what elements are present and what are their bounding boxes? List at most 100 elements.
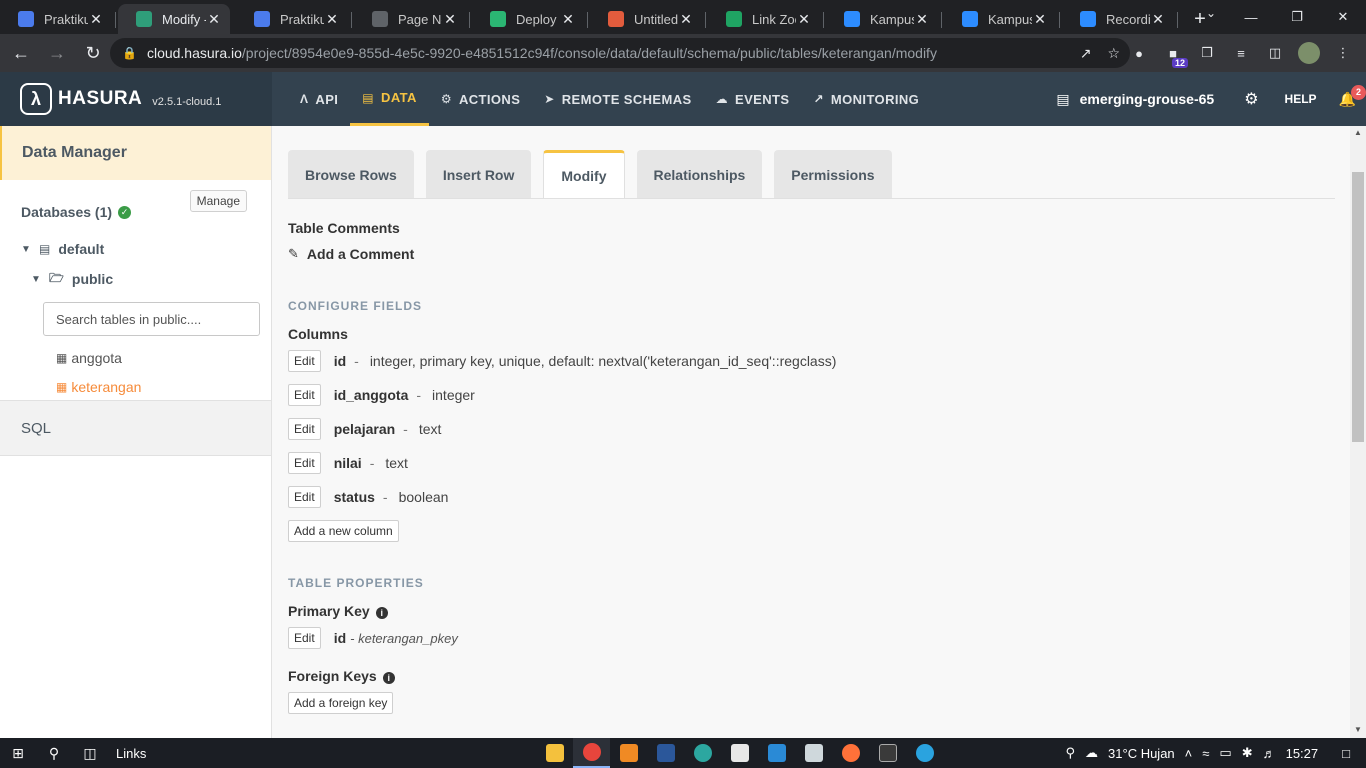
lock-icon[interactable]: 🔒 xyxy=(122,46,137,60)
nav-events[interactable]: ☁ EVENTS xyxy=(704,72,802,126)
people-icon[interactable]: ⚲ xyxy=(1066,745,1076,761)
tab-insert-row[interactable]: Insert Row xyxy=(425,150,532,199)
nav-remote-schemas[interactable]: ➤ REMOTE SCHEMAS xyxy=(532,72,703,126)
bookmark-star-icon[interactable]: ☆ xyxy=(1107,45,1120,62)
close-icon[interactable]: ✕ xyxy=(560,11,576,28)
extension-circle-icon[interactable]: ● xyxy=(1128,42,1150,64)
search-tables-input[interactable]: Search tables in public.... xyxy=(43,302,260,336)
edit-column-button[interactable]: Edit xyxy=(288,418,321,440)
browser-tab[interactable]: Modify - Hasura✕ xyxy=(118,4,230,34)
links-toolbar[interactable]: Links xyxy=(116,746,146,761)
media-icon[interactable]: ≡ xyxy=(1230,42,1252,64)
browser-tab[interactable]: Page Not Found✕ xyxy=(354,4,470,34)
add-foreign-key-button[interactable]: Add a foreign key xyxy=(288,692,394,714)
puzzle-icon[interactable]: ❒ xyxy=(1196,42,1218,64)
edit-column-button[interactable]: Edit xyxy=(288,452,321,474)
volume-icon[interactable]: ♬ xyxy=(1263,746,1276,761)
edit-column-button[interactable]: Edit xyxy=(288,350,321,372)
close-icon[interactable]: ✕ xyxy=(324,11,340,28)
tab-search-icon[interactable]: ⌄ xyxy=(1206,6,1216,20)
help-link[interactable]: HELP xyxy=(1285,92,1317,106)
browser-tab[interactable]: Praktikum✕ xyxy=(236,4,352,34)
browser-tab[interactable]: Untitled ✕ xyxy=(590,4,706,34)
wifi-icon[interactable]: ≈ xyxy=(1202,746,1209,761)
data-manager-title[interactable]: Data Manager xyxy=(0,126,271,180)
tree-schema-public[interactable]: ▼ 🗁 public xyxy=(0,264,271,294)
edit-column-button[interactable]: Edit xyxy=(288,384,321,406)
menu-icon[interactable]: ⋮ xyxy=(1332,42,1354,64)
window-close-icon[interactable]: ✕ xyxy=(1320,0,1366,34)
battery-icon[interactable]: ▭ xyxy=(1219,745,1231,761)
add-comment-button[interactable]: ✎ Add a Comment xyxy=(288,246,414,262)
browser-tab[interactable]: Kampus ✕ xyxy=(944,4,1060,34)
close-icon[interactable]: ✕ xyxy=(1150,11,1166,28)
tab-relationships[interactable]: Relationships xyxy=(636,150,763,199)
scroll-up-icon[interactable]: ▲ xyxy=(1354,128,1362,137)
forward-icon[interactable]: → xyxy=(42,43,72,64)
sublime-icon[interactable] xyxy=(610,738,647,768)
close-icon[interactable]: ✕ xyxy=(206,11,222,28)
minimize-icon[interactable]: — xyxy=(1228,0,1274,34)
tab-modify[interactable]: Modify xyxy=(543,150,625,199)
sidebar-table-anggota[interactable]: ▦ anggota xyxy=(0,343,271,372)
vscode-icon[interactable] xyxy=(758,738,795,768)
browser-tab[interactable]: Deploy on Railway✕ xyxy=(472,4,588,34)
close-icon[interactable]: ✕ xyxy=(796,11,812,28)
avatar[interactable] xyxy=(1298,42,1320,64)
browser-tab[interactable]: Praktikum✕ xyxy=(0,4,116,34)
search-icon[interactable]: ⚲ xyxy=(36,738,72,768)
notification-bell-icon[interactable]: 🔔 2 xyxy=(1339,84,1366,108)
telegram-icon[interactable] xyxy=(906,738,943,768)
manage-button[interactable]: Manage xyxy=(189,190,247,212)
clock[interactable]: 15:27 xyxy=(1286,746,1319,761)
terminal-icon[interactable] xyxy=(869,738,906,768)
edge-icon[interactable] xyxy=(684,738,721,768)
scroll-down-icon[interactable]: ▼ xyxy=(1354,725,1362,734)
nav-monitoring[interactable]: ↗ MONITORING xyxy=(801,72,931,126)
weather-label[interactable]: 31°C Hujan xyxy=(1108,746,1175,761)
project-selector[interactable]: ▤ emerging-grouse-65 xyxy=(1056,91,1214,108)
chrome-icon[interactable] xyxy=(573,738,611,768)
bluetooth-icon[interactable]: ✱ xyxy=(1242,745,1253,761)
windows-start-icon[interactable]: ⊞ xyxy=(0,738,36,768)
hasura-brand[interactable]: λ HASURA v2.5.1-cloud.1 xyxy=(0,72,272,126)
tree-database-default[interactable]: ▼ ▤ default xyxy=(0,234,271,264)
browser-tab[interactable]: Kampus ✕ xyxy=(826,4,942,34)
task-view-icon[interactable]: ◫ xyxy=(72,738,108,768)
close-icon[interactable]: ✕ xyxy=(678,11,694,28)
sidebar-table-keterangan[interactable]: ▦ keterangan xyxy=(0,372,271,401)
extension-badge-icon[interactable]: ■ 12 xyxy=(1162,42,1188,68)
store-icon[interactable] xyxy=(721,738,758,768)
tab-permissions[interactable]: Permissions xyxy=(774,150,892,199)
share-icon[interactable]: ↗ xyxy=(1080,45,1092,62)
sidepanel-icon[interactable]: ◫ xyxy=(1264,42,1286,64)
close-icon[interactable]: ✕ xyxy=(442,11,458,28)
nav-api[interactable]: Λ API xyxy=(288,72,350,126)
nav-data[interactable]: ▤ DATA xyxy=(350,72,429,126)
close-icon[interactable]: ✕ xyxy=(914,11,930,28)
add-column-button[interactable]: Add a new column xyxy=(288,520,399,542)
notepad-icon[interactable] xyxy=(795,738,832,768)
close-icon[interactable]: ✕ xyxy=(1032,11,1048,28)
word-icon[interactable] xyxy=(647,738,684,768)
file-explorer-icon[interactable] xyxy=(536,738,573,768)
tab-browse-rows[interactable]: Browse Rows xyxy=(288,150,414,199)
weather-icon[interactable]: ☁ xyxy=(1085,745,1098,761)
restore-icon[interactable]: ❐ xyxy=(1274,0,1320,34)
address-bar[interactable]: 🔒 cloud.hasura.io/project/8954e0e9-855d-… xyxy=(110,38,1130,68)
chevron-up-icon[interactable]: ˄ xyxy=(1185,746,1193,761)
sql-link[interactable]: SQL xyxy=(0,400,271,456)
browser-tab[interactable]: Recording✕ xyxy=(1062,4,1178,34)
url-text[interactable]: cloud.hasura.io/project/8954e0e9-855d-4e… xyxy=(147,45,937,61)
nav-actions[interactable]: ⚙ ACTIONS xyxy=(429,72,532,126)
scrollbar-thumb[interactable] xyxy=(1352,172,1364,442)
back-icon[interactable]: ← xyxy=(6,43,36,64)
edit-column-button[interactable]: Edit xyxy=(288,486,321,508)
info-icon[interactable]: i xyxy=(375,607,388,619)
settings-gear-icon[interactable]: ⚙ xyxy=(1244,89,1258,109)
reload-icon[interactable]: ↻ xyxy=(78,43,108,64)
page-scrollbar[interactable]: ▲ ▼ xyxy=(1350,126,1366,738)
browser-tab[interactable]: Link Zoom✕ xyxy=(708,4,824,34)
info-icon[interactable]: i xyxy=(382,672,395,684)
edit-primary-key-button[interactable]: Edit xyxy=(288,627,321,649)
